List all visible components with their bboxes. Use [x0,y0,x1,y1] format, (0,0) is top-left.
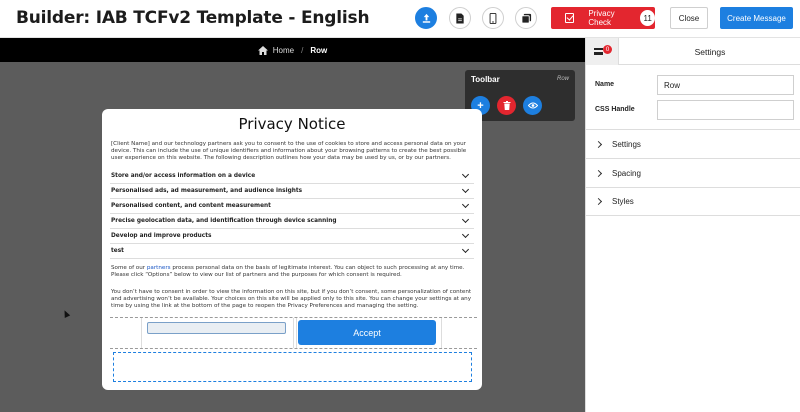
section-label: Settings [612,139,641,149]
purpose-label: Develop and improve products [111,233,212,239]
consent-text: You don’t have to consent in order to vi… [111,289,472,310]
section-label: Styles [612,197,634,206]
purpose-item[interactable]: Precise geolocation data, and identifica… [110,214,474,229]
trash-icon [503,101,510,110]
spacing-section[interactable]: Spacing [586,158,800,187]
name-field[interactable]: Row [657,75,794,95]
panel-title: Settings [694,46,726,57]
chevron-down-icon [461,185,470,194]
partners-link[interactable]: partners [147,265,171,271]
document-icon [456,12,464,24]
purpose-list: Store and/or access information on a dev… [110,169,474,259]
eye-icon [527,102,538,109]
preview-element-button[interactable] [523,96,542,115]
chevron-down-icon [461,215,470,224]
toolbar-context: Row [556,76,569,82]
options-button-placeholder[interactable] [147,322,286,334]
chevron-down-icon [461,245,470,254]
purpose-label: Precise geolocation data, and identifica… [111,218,337,224]
breadcrumb: Home / Row [0,38,585,62]
delete-element-button[interactable] [497,96,516,115]
purpose-item[interactable]: test [110,244,474,259]
chevron-right-icon [594,140,603,148]
button-column[interactable] [141,318,294,348]
mouse-cursor-icon [61,309,71,318]
chevron-down-icon [461,200,470,209]
panel-header: 0 Settings [586,38,800,65]
legitimate-interest-text: Some of our partners process personal da… [111,265,473,279]
toolbar-title: Toolbar [471,75,500,84]
breadcrumb-home[interactable]: Home [273,46,294,55]
settings-section[interactable]: Settings [586,129,800,158]
home-icon[interactable] [257,45,268,55]
layers-view-button[interactable] [515,7,537,29]
breadcrumb-current: Row [310,45,328,55]
privacy-check-count: 11 [640,10,655,26]
name-label: Name [595,81,615,88]
chevron-down-icon [461,230,470,239]
notice-intro: [Client Name] and our technology partner… [111,141,467,162]
create-message-button[interactable]: Create Message [720,7,793,29]
page-title: Builder: IAB TCFv2 Template - English [16,8,370,28]
purpose-item[interactable]: Develop and improve products [110,229,474,244]
button-row[interactable]: Accept [110,317,477,349]
purpose-item[interactable]: Store and/or access information on a dev… [110,169,474,184]
privacy-check-button[interactable]: Privacy Check 11 [551,7,655,29]
layers-badge: 0 [603,45,612,54]
mobile-view-button[interactable] [482,7,504,29]
legit-prefix: Some of our [111,265,147,271]
mobile-icon [489,12,497,24]
close-button[interactable]: Close [670,7,708,29]
privacy-check-label: Privacy Check [588,9,615,27]
layers-tab[interactable]: 0 [586,38,619,65]
checkbox-icon [565,13,575,23]
css-handle-field[interactable] [657,100,794,120]
chevron-down-icon [461,170,470,179]
upload-button[interactable] [415,7,437,29]
purpose-label: Store and/or access information on a dev… [111,173,256,179]
accept-button[interactable]: Accept [298,320,436,345]
chevron-right-icon [594,197,603,206]
chevron-right-icon [594,169,603,177]
purpose-label: test [111,248,124,254]
upload-icon [422,13,430,23]
purpose-label: Personalised ads, ad measurement, and au… [111,188,303,194]
styles-section[interactable]: Styles [586,187,800,216]
breadcrumb-separator: / [301,45,304,55]
document-view-button[interactable] [449,7,471,29]
settings-panel: 0 Settings Name Row CSS Handle Settings … [585,38,800,412]
top-bar: Builder: IAB TCFv2 Template - English Pr… [0,0,800,38]
editor-canvas[interactable]: Home / Row Toolbar Row + Privacy Notice … [0,38,585,412]
section-label: Spacing [612,168,641,178]
copy-layers-icon [520,13,531,24]
purpose-label: Personalised content, and content measur… [111,203,271,209]
drop-zone[interactable] [113,352,472,382]
privacy-notice-message[interactable]: Privacy Notice [Client Name] and our tec… [102,109,482,390]
purpose-item[interactable]: Personalised ads, ad measurement, and au… [110,184,474,199]
purpose-item[interactable]: Personalised content, and content measur… [110,199,474,214]
css-handle-label: CSS Handle [595,106,635,113]
notice-title: Privacy Notice [238,115,346,133]
